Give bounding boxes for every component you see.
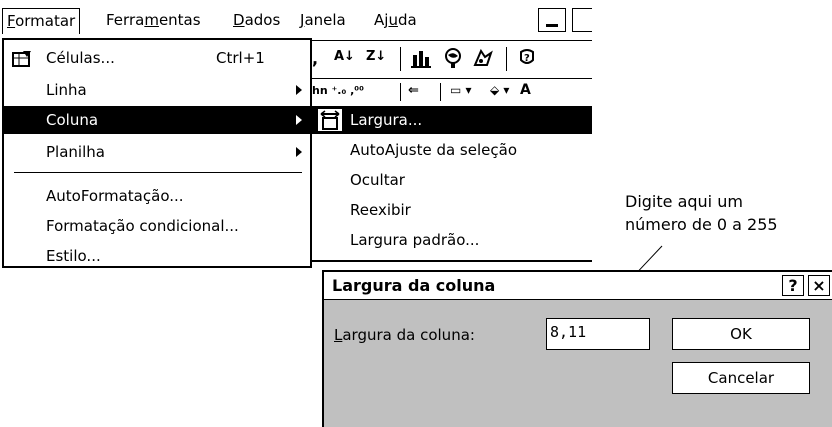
menu-item-label: Formatação condicional... <box>46 217 239 235</box>
menu-item-celulas[interactable]: Células... Ctrl+1 <box>4 44 310 72</box>
cancel-button[interactable]: Cancelar <box>672 362 810 394</box>
minimize-button[interactable] <box>538 8 566 32</box>
menu-item-label: Linha <box>46 81 87 99</box>
help-button[interactable]: ? <box>782 275 804 296</box>
callout-annotation: Digite aqui um número de 0 a 255 <box>625 190 778 236</box>
menu-formatar[interactable]: Formatar <box>2 8 81 34</box>
sort-ascending-icon[interactable]: A↓ <box>334 49 355 64</box>
toolbar-separator <box>400 83 401 101</box>
fill-color-icon[interactable]: ⬙ ▾ <box>490 83 509 97</box>
map-icon[interactable] <box>442 47 464 73</box>
callout-line-2: número de 0 a 255 <box>625 215 778 234</box>
close-button[interactable]: × <box>808 275 830 296</box>
menu-dados[interactable]: Dados <box>229 8 284 34</box>
chart-wizard-icon[interactable] <box>410 47 432 73</box>
menu-janela[interactable]: Janela <box>296 8 350 34</box>
submenu-item-largura-padrao[interactable]: Largura padrão... <box>312 226 592 254</box>
menu-item-formatacao-condicional[interactable]: Formatação condicional... <box>4 212 310 240</box>
decrease-indent-icon[interactable]: ⇐ <box>408 83 419 98</box>
submenu-item-label: Largura... <box>350 111 423 129</box>
submenu-item-label: Reexibir <box>350 201 411 219</box>
autosum-icon[interactable]: , <box>312 49 318 68</box>
format-cells-icon <box>12 49 32 67</box>
submenu-item-largura[interactable]: Largura... <box>312 106 592 134</box>
toolbar-separator <box>506 47 507 71</box>
submenu-item-reexibir[interactable]: Reexibir <box>312 196 592 224</box>
submenu-arrow-icon <box>296 85 302 95</box>
menu-item-coluna[interactable]: Coluna <box>4 106 310 134</box>
submenu-item-ocultar[interactable]: Ocultar <box>312 166 592 194</box>
submenu-item-label: AutoAjuste da seleção <box>350 141 517 159</box>
standard-toolbar: , A↓ Z↓ ? <box>310 40 592 78</box>
ok-button[interactable]: OK <box>672 318 810 350</box>
office-assistant-icon[interactable]: ? <box>516 47 538 73</box>
submenu-arrow-icon <box>296 115 302 125</box>
menu-item-label: Células... <box>46 49 115 67</box>
menu-item-label: Coluna <box>46 111 99 129</box>
sort-descending-icon[interactable]: Z↓ <box>366 49 386 64</box>
font-color-icon[interactable]: A <box>520 82 531 98</box>
column-width-label: Largura da coluna: <box>334 326 475 344</box>
dialog-title-bar: Largura da coluna ? × <box>324 272 832 300</box>
callout-line-1: Digite aqui um <box>625 192 743 211</box>
menu-ajuda[interactable]: Ajuda <box>370 8 421 34</box>
menu-bar: Formatar Ferramentas Dados Janela Ajuda <box>0 2 592 38</box>
menu-item-linha[interactable]: Linha <box>4 76 310 104</box>
drawing-icon[interactable] <box>472 47 494 73</box>
coluna-submenu: Largura... AutoAjuste da seleção Ocultar… <box>310 104 592 262</box>
menu-item-autoformatacao[interactable]: AutoFormatação... <box>4 182 310 210</box>
submenu-item-label: Ocultar <box>350 171 405 189</box>
dialog-title: Largura da coluna <box>332 276 496 295</box>
menu-separator <box>14 172 302 174</box>
submenu-item-label: Largura padrão... <box>350 231 480 249</box>
formatting-toolbar: hn ⁺.₀ ,⁰⁰ ⇐ ▭ ▾ ⬙ ▾ A <box>310 78 592 104</box>
submenu-item-autoajuste[interactable]: AutoAjuste da seleção <box>312 136 592 164</box>
menu-item-label: AutoFormatação... <box>46 187 184 205</box>
column-width-dialog: Largura da coluna ? × Largura da coluna:… <box>322 270 832 427</box>
restore-button[interactable] <box>572 8 592 32</box>
menu-ferramentas[interactable]: Ferramentas <box>102 8 205 34</box>
submenu-arrow-icon <box>296 147 302 157</box>
menu-item-label: Planilha <box>46 143 105 161</box>
menu-item-estilo[interactable]: Estilo... <box>4 242 310 270</box>
toolbar-separator <box>400 47 401 71</box>
borders-icon[interactable]: ▭ ▾ <box>450 83 472 97</box>
menu-item-label: Estilo... <box>46 247 101 265</box>
column-width-input[interactable]: 8,11 <box>546 318 650 350</box>
toolbar-separator <box>440 83 441 101</box>
menu-item-planilha[interactable]: Planilha <box>4 138 310 166</box>
menu-item-shortcut: Ctrl+1 <box>216 49 265 67</box>
svg-text:?: ? <box>524 53 530 64</box>
column-width-icon <box>318 109 342 131</box>
format-menu: Células... Ctrl+1 Linha Coluna Planilha … <box>2 38 312 268</box>
increase-decimal-icon[interactable]: hn ⁺.₀ ,⁰⁰ <box>312 84 364 97</box>
